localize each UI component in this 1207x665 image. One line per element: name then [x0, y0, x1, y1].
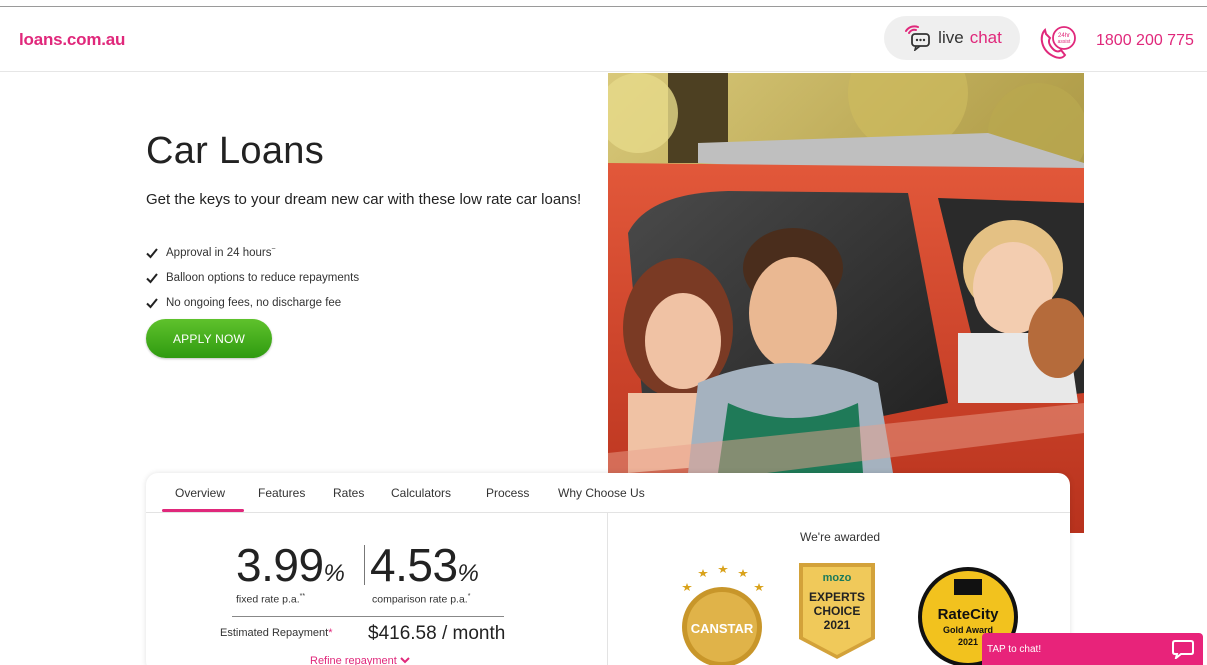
comparison-rate-footnote: *	[467, 593, 471, 600]
fixed-rate: 3.99%	[236, 539, 345, 598]
feature-text: Balloon options to reduce repayments	[166, 271, 360, 284]
comparison-rate-percent: %	[457, 560, 479, 587]
ratecity-year: 2021	[958, 637, 978, 647]
estimated-repayment-label: Estimated Repayment*	[220, 627, 333, 639]
feature-item: Approval in 24 hours~	[146, 240, 359, 265]
site-logo[interactable]: loans.com.au	[19, 30, 125, 50]
tap-to-chat-label: TAP to chat!	[987, 644, 1042, 655]
tap-to-chat-widget[interactable]: TAP to chat!	[982, 633, 1203, 665]
refine-repayment-link[interactable]: Refine repayment	[310, 655, 410, 665]
rate-display: 3.99% 4.53% fixed rate p.a.** comparison…	[236, 539, 516, 606]
tab-overview[interactable]: Overview	[175, 486, 225, 500]
feature-item: Balloon options to reduce repayments	[146, 265, 359, 290]
refine-repayment-text: Refine repayment	[310, 655, 397, 665]
hero-family-car-image	[608, 73, 1084, 533]
mozo-award-badge: mozo EXPERTS CHOICE 2021	[799, 563, 875, 659]
live-chat-button[interactable]: live chat	[884, 16, 1020, 60]
checkmark-icon	[146, 247, 158, 258]
fixed-rate-caption: fixed rate p.a.**	[236, 593, 305, 606]
tab-bar: Overview Features Rates Calculators Proc…	[146, 473, 1070, 513]
phone-number-link[interactable]: 1800 200 775	[1096, 32, 1194, 50]
comparison-rate: 4.53%	[370, 539, 479, 598]
tab-process[interactable]: Process	[486, 486, 529, 500]
feature-text: Approval in 24 hours	[166, 246, 272, 259]
tab-calculators[interactable]: Calculators	[391, 486, 451, 500]
card-divider	[607, 513, 608, 665]
phone-icon[interactable]: 24hr assist	[1035, 22, 1079, 62]
mozo-line1: EXPERTS	[809, 590, 865, 604]
feature-text: No ongoing fees, no discharge fee	[166, 296, 342, 309]
checkmark-icon	[146, 297, 158, 308]
feature-footnote-mark: ~	[271, 246, 276, 254]
rate-separator	[364, 545, 365, 585]
active-tab-indicator	[162, 509, 244, 512]
comparison-rate-caption-text: comparison rate p.a.	[372, 593, 468, 606]
comparison-rate-value: 4.53	[370, 539, 458, 591]
live-chat-label-live: live	[938, 28, 964, 47]
ratecity-brand-text: RateCity	[938, 606, 1000, 623]
rate-underline	[232, 616, 504, 617]
feature-item: No ongoing fees, no discharge fee	[146, 290, 359, 315]
mozo-line2: CHOICE	[814, 604, 861, 618]
tab-why-choose-us[interactable]: Why Choose Us	[558, 486, 645, 500]
checkmark-icon	[146, 272, 158, 283]
fixed-rate-caption-text: fixed rate p.a.	[236, 593, 300, 606]
svg-text:assist: assist	[1058, 39, 1071, 45]
canstar-award-badge: CANSTAR	[682, 565, 764, 665]
page-title: Car Loans	[146, 130, 325, 172]
tab-features[interactable]: Features	[258, 486, 305, 500]
mozo-year: 2021	[824, 618, 851, 632]
awards-heading: We're awarded	[800, 530, 881, 544]
site-header: loans.com.au live chat 24hr assist 1800 …	[0, 8, 1207, 72]
mozo-brand-text: mozo	[823, 572, 852, 584]
hero-subtitle: Get the keys to your dream new car with …	[146, 191, 582, 208]
estimated-repayment-value: $416.58 / month	[368, 623, 506, 644]
apply-now-button[interactable]: APPLY NOW	[146, 319, 272, 358]
live-chat-label-chat: chat	[969, 28, 1002, 47]
fixed-rate-footnote: **	[299, 593, 306, 600]
loan-info-card: Overview Features Rates Calculators Proc…	[146, 473, 1070, 665]
estimated-repayment-footnote: *	[328, 627, 333, 639]
estimated-repayment-text: Estimated Repayment	[220, 627, 329, 639]
canstar-text: CANSTAR	[691, 621, 754, 636]
fixed-rate-value: 3.99	[236, 539, 324, 591]
feature-list: Approval in 24 hours~ Balloon options to…	[146, 240, 359, 315]
chat-icon	[1172, 640, 1194, 659]
browser-top-rule	[0, 6, 1207, 7]
tab-rates[interactable]: Rates	[333, 486, 364, 500]
fixed-rate-percent: %	[323, 560, 345, 587]
chat-bubble-icon	[905, 25, 931, 51]
chevron-down-icon	[400, 657, 410, 664]
comparison-rate-caption: comparison rate p.a.*	[372, 593, 470, 606]
